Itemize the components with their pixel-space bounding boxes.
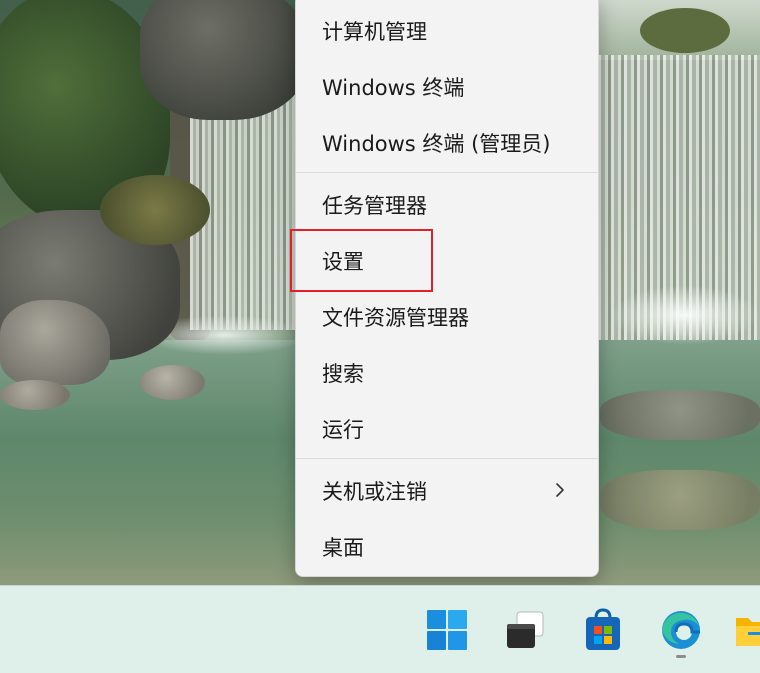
menu-separator: [296, 458, 598, 459]
task-view-button[interactable]: [497, 602, 553, 658]
task-view-icon: [507, 611, 544, 648]
start-button[interactable]: [419, 602, 475, 658]
menu-item-label: 运行: [322, 418, 364, 442]
file-explorer-button[interactable]: [726, 602, 760, 658]
menu-item-windows-terminal[interactable]: Windows 终端: [302, 63, 592, 111]
menu-item-run[interactable]: 运行: [302, 405, 592, 453]
menu-item-file-explorer[interactable]: 文件资源管理器: [302, 293, 592, 341]
chevron-right-icon: [556, 483, 564, 497]
edge-browser-icon: [662, 611, 700, 649]
menu-item-label: Windows 终端 (管理员): [322, 132, 551, 156]
microsoft-store-icon: [586, 608, 620, 650]
file-explorer-icon: [736, 618, 760, 646]
menu-item-label: 文件资源管理器: [322, 306, 469, 330]
taskbar: [0, 585, 760, 673]
winx-context-menu: 计算机管理 Windows 终端 Windows 终端 (管理员) 任务管理器 …: [295, 0, 599, 577]
edge-browser-button[interactable]: [653, 602, 709, 658]
menu-item-label: Windows 终端: [322, 76, 465, 100]
menu-item-label: 计算机管理: [322, 20, 427, 44]
menu-item-label: 任务管理器: [322, 194, 427, 218]
menu-item-label: 桌面: [322, 536, 364, 560]
menu-item-label: 设置: [322, 250, 364, 274]
menu-separator: [296, 172, 598, 173]
menu-item-settings[interactable]: 设置: [302, 237, 592, 285]
menu-item-windows-terminal-admin[interactable]: Windows 终端 (管理员): [302, 119, 592, 167]
menu-item-label: 关机或注销: [322, 480, 427, 504]
running-indicator: [676, 655, 686, 658]
menu-item-search[interactable]: 搜索: [302, 349, 592, 397]
microsoft-store-button[interactable]: [575, 602, 631, 658]
menu-item-computer-management[interactable]: 计算机管理: [302, 7, 592, 55]
menu-item-shutdown-or-sign-out[interactable]: 关机或注销: [302, 467, 592, 515]
menu-item-desktop[interactable]: 桌面: [302, 523, 592, 571]
menu-item-label: 搜索: [322, 362, 364, 386]
windows-start-icon: [427, 610, 467, 650]
menu-item-task-manager[interactable]: 任务管理器: [302, 181, 592, 229]
